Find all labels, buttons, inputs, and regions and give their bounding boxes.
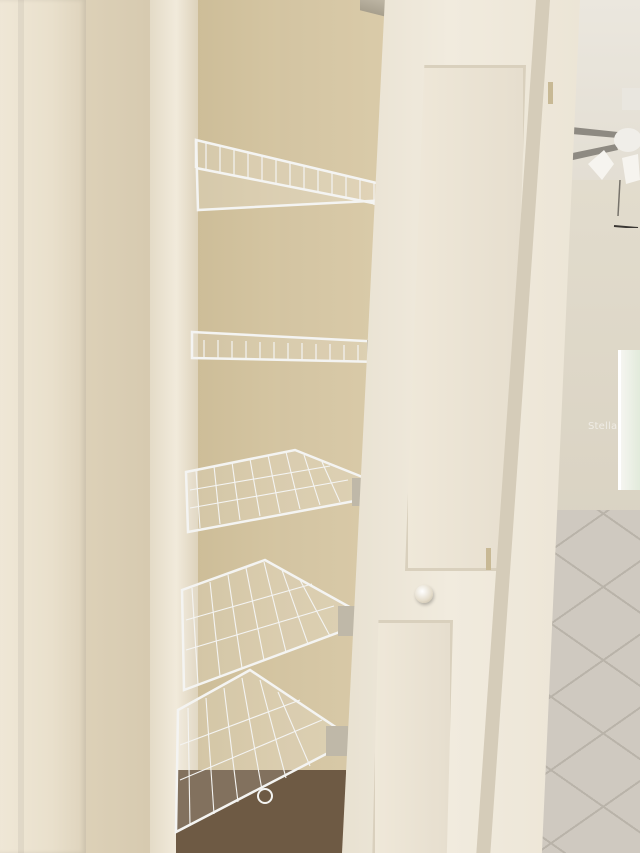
door-knob-icon[interactable] [415, 585, 433, 603]
shelf-4 [180, 558, 360, 692]
shelf-5 [174, 668, 348, 835]
photo-scene: Stella [0, 0, 640, 853]
hinge-icon [486, 548, 491, 570]
shelf-3 [184, 448, 372, 534]
shelf-2 [190, 330, 387, 368]
shelf-1 [194, 138, 400, 213]
door-panel-lower [372, 620, 453, 853]
hinge-icon [548, 82, 553, 104]
watermark-text: Stella [588, 421, 618, 432]
